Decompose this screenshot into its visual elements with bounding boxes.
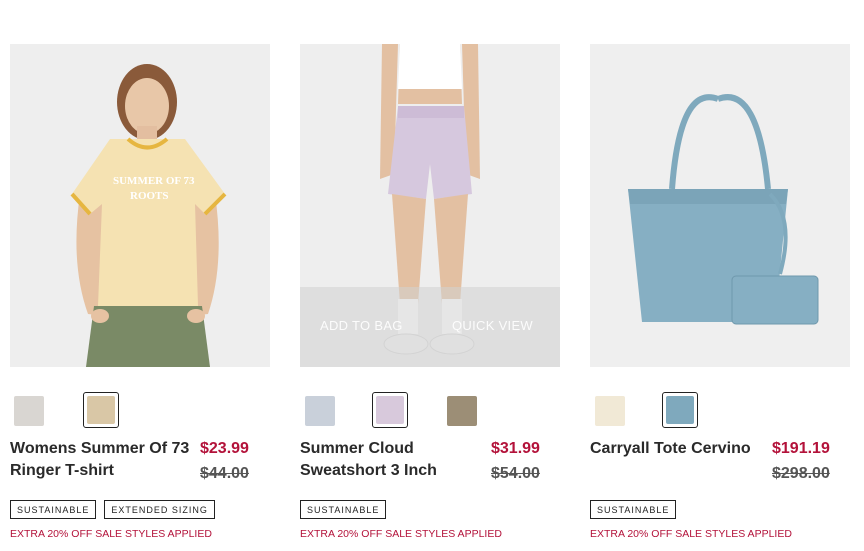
color-swatches — [590, 392, 850, 428]
color-swatch[interactable] — [447, 396, 477, 426]
svg-text:SUMMER OF 73: SUMMER OF 73 — [113, 175, 195, 187]
sale-price: $23.99 — [200, 440, 249, 457]
color-swatch-selected[interactable] — [662, 392, 698, 428]
sale-price: $31.99 — [491, 440, 540, 457]
product-card[interactable]: SUMMER OF 73 ROOTS Womens Summer Of 73 R… — [10, 44, 270, 540]
product-name-line: Carryall Tote Cervino — [590, 440, 751, 457]
price-block: $31.99 $54.00 — [491, 438, 540, 485]
product-name-line: Ringer T-shirt — [10, 462, 115, 479]
product-name-line: Sweatshort 3 Inch — [300, 462, 437, 479]
badge-row: SUSTAINABLE EXTENDED SIZING — [10, 500, 223, 519]
color-swatch-selected[interactable] — [83, 392, 119, 428]
quick-view-button[interactable]: QUICK VIEW — [452, 318, 533, 333]
color-swatches — [300, 392, 560, 428]
product-name[interactable]: Carryall Tote Cervino — [590, 438, 751, 460]
color-swatch[interactable] — [305, 396, 335, 426]
svg-text:ROOTS: ROOTS — [130, 190, 169, 202]
promo-text: EXTRA 20% OFF SALE STYLES APPLIED — [10, 528, 212, 540]
product-name[interactable]: Summer Cloud Sweatshort 3 Inch — [300, 438, 437, 482]
product-name[interactable]: Womens Summer Of 73 Ringer T-shirt — [10, 438, 189, 482]
badge-row: SUSTAINABLE — [590, 500, 684, 519]
sustainable-badge: SUSTAINABLE — [10, 500, 97, 519]
badge-row: SUSTAINABLE — [300, 500, 394, 519]
color-swatch[interactable] — [595, 396, 625, 426]
original-price: $44.00 — [200, 465, 249, 482]
product-image[interactable]: SUMMER OF 73 ROOTS — [10, 44, 270, 367]
product-card[interactable]: ADD TO BAG QUICK VIEW Summer Cloud Sweat… — [300, 44, 560, 540]
price-block: $191.19 $298.00 — [772, 438, 830, 485]
tote-bag-illustration — [590, 44, 850, 367]
swatch-fill — [666, 396, 694, 424]
sustainable-badge: SUSTAINABLE — [590, 500, 677, 519]
extended-sizing-badge: EXTENDED SIZING — [104, 500, 215, 519]
sustainable-badge: SUSTAINABLE — [300, 500, 387, 519]
add-to-bag-button[interactable]: ADD TO BAG — [320, 318, 403, 333]
sale-price: $191.19 — [772, 440, 830, 457]
product-image[interactable]: ADD TO BAG QUICK VIEW — [300, 44, 560, 367]
product-card[interactable]: Carryall Tote Cervino $191.19 $298.00 SU… — [590, 44, 850, 540]
swatch-fill — [376, 396, 404, 424]
product-image[interactable] — [590, 44, 850, 367]
color-swatches — [10, 392, 270, 428]
price-block: $23.99 $44.00 — [200, 438, 249, 485]
product-name-line: Summer Cloud — [300, 440, 414, 457]
color-swatch-selected[interactable] — [372, 392, 408, 428]
model-tshirt-illustration: SUMMER OF 73 ROOTS — [10, 44, 270, 367]
product-name-line: Womens Summer Of 73 — [10, 440, 190, 457]
original-price: $54.00 — [491, 465, 540, 482]
promo-text: EXTRA 20% OFF SALE STYLES APPLIED — [590, 528, 792, 540]
swatch-fill — [87, 396, 115, 424]
color-swatch[interactable] — [14, 396, 44, 426]
hover-overlay: ADD TO BAG QUICK VIEW — [300, 287, 560, 367]
original-price: $298.00 — [772, 465, 830, 482]
promo-text: EXTRA 20% OFF SALE STYLES APPLIED — [300, 528, 502, 540]
